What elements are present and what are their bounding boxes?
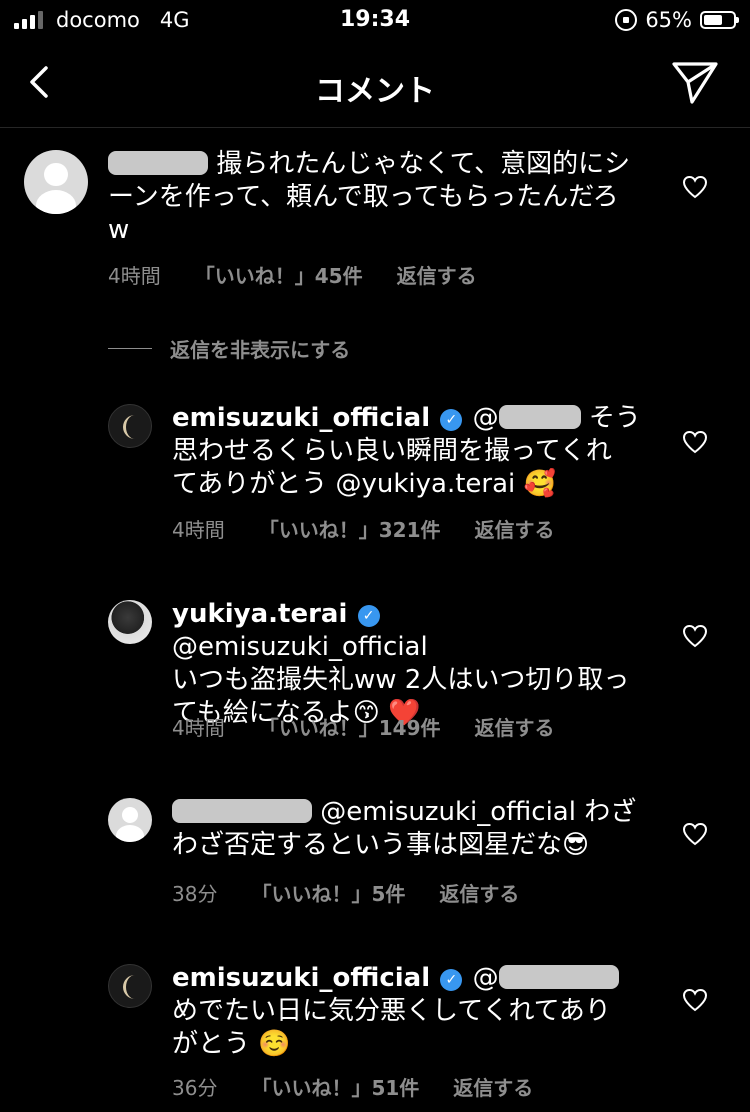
reply-button[interactable]: 返信する (474, 514, 554, 543)
heart-icon[interactable] (682, 988, 708, 1012)
reply-button[interactable]: 返信する (453, 1072, 533, 1101)
avatar[interactable] (108, 798, 152, 842)
redacted-username[interactable] (108, 151, 208, 175)
moon-icon (123, 415, 135, 439)
rotation-lock-icon (615, 9, 638, 31)
page-title: コメント (315, 74, 435, 109)
reply-button[interactable]: 返信する (439, 878, 519, 907)
divider (108, 348, 152, 349)
likes-count[interactable]: 「いいね！」45件 (195, 260, 363, 289)
likes-count[interactable]: 「いいね！」5件 (251, 878, 405, 907)
reply-button[interactable]: 返信する (474, 712, 554, 741)
avatar[interactable] (108, 404, 152, 448)
verified-badge-icon: ✓ (440, 409, 463, 431)
comment-text: yukiya.terai ✓ @emisuzuki_official いつも盗撮… (172, 599, 630, 728)
likes-count[interactable]: 「いいね！」51件 (251, 1072, 419, 1101)
username[interactable]: emisuzuki_official (172, 963, 430, 993)
avatar[interactable] (108, 600, 152, 644)
paper-plane-icon[interactable] (670, 58, 720, 106)
comment-text: 撮られたんじゃなくて、意図的にシ ーンを作って、頼んで取ってもらったんだろ w (108, 149, 631, 245)
avatar[interactable] (24, 150, 88, 214)
avatar[interactable] (108, 964, 152, 1008)
comment-text: @emisuzuki_official わざ わざ否定するという事は図星だな😎 (172, 797, 637, 860)
comment-time: 4時間 (172, 518, 225, 542)
battery-percent: 65% (645, 8, 692, 32)
username[interactable]: emisuzuki_official (172, 403, 430, 433)
moon-icon (123, 975, 135, 999)
comment-time: 4時間 (172, 716, 225, 740)
comment-text: emisuzuki_official ✓ @ めでたい日に気分悪くしてくれてあり… (172, 962, 642, 1061)
redacted-username[interactable] (172, 799, 312, 823)
redacted-mention[interactable] (498, 405, 581, 429)
verified-badge-icon: ✓ (357, 605, 380, 627)
status-bar: docomo 4G 19:34 65% (0, 0, 750, 42)
reply-button[interactable]: 返信する (397, 260, 477, 289)
heart-icon[interactable] (682, 430, 708, 454)
battery-icon (700, 11, 739, 29)
heart-icon[interactable] (682, 624, 708, 648)
comment-time: 36分 (172, 1076, 218, 1100)
username[interactable]: yukiya.terai (172, 599, 347, 629)
heart-icon[interactable] (682, 175, 708, 199)
header: コメント (0, 42, 750, 128)
likes-count[interactable]: 「いいね！」321件 (259, 514, 441, 543)
comment-time: 38分 (172, 882, 218, 906)
hide-replies-button[interactable]: 返信を非表示にする (108, 334, 350, 363)
heart-icon[interactable] (682, 822, 708, 846)
redacted-mention[interactable] (498, 965, 619, 989)
likes-count[interactable]: 「いいね！」149件 (259, 712, 441, 741)
comment-time: 4時間 (108, 264, 161, 288)
verified-badge-icon: ✓ (440, 969, 463, 991)
hide-replies-label: 返信を非表示にする (170, 338, 351, 362)
comment-text: emisuzuki_official ✓ @ そう 思わせるくらい良い瞬間を撮っ… (172, 403, 641, 499)
